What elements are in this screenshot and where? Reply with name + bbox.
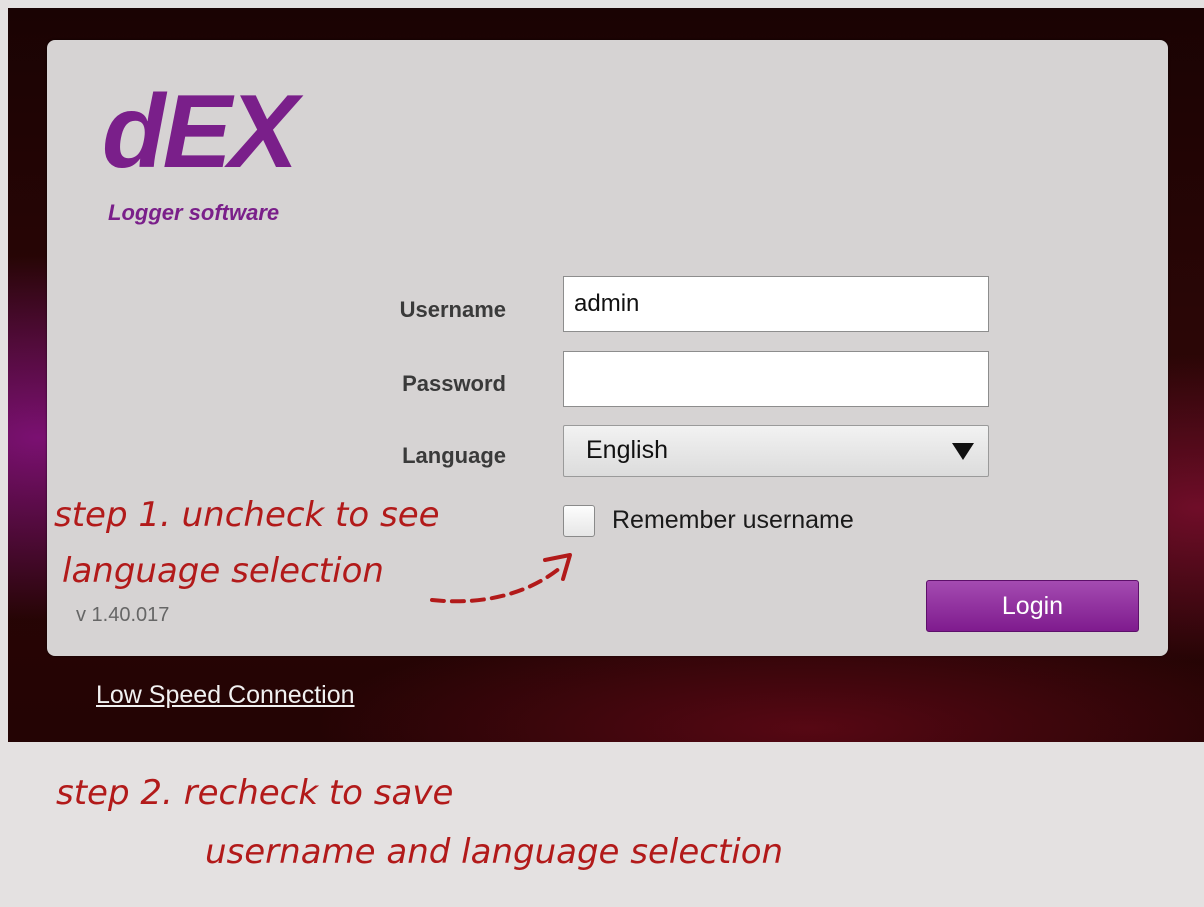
username-input[interactable] xyxy=(563,276,989,332)
annotation-step2-line1: step 2. recheck to save xyxy=(56,773,454,813)
annotation-step1-line2: language selection xyxy=(62,551,384,591)
annotation-step1-line1: step 1. uncheck to see xyxy=(54,495,440,535)
remember-username-checkbox[interactable] xyxy=(563,505,595,537)
password-label: Password xyxy=(402,371,506,396)
version-text: v 1.40.017 xyxy=(76,604,170,626)
low-speed-connection-link[interactable]: Low Speed Connection xyxy=(96,681,355,710)
login-button[interactable]: Login xyxy=(926,580,1139,632)
username-label: Username xyxy=(399,297,506,322)
logo: dEX xyxy=(102,74,298,190)
dropdown-arrow-icon xyxy=(952,443,974,460)
language-select[interactable]: English xyxy=(563,425,989,477)
password-input[interactable] xyxy=(563,351,989,407)
remember-username-label[interactable]: Remember username xyxy=(612,506,854,535)
language-label: Language xyxy=(402,443,506,468)
language-selected-value: English xyxy=(586,436,668,464)
annotation-step2-line2: username and language selection xyxy=(205,832,784,872)
logo-subtitle: Logger software xyxy=(108,200,280,225)
